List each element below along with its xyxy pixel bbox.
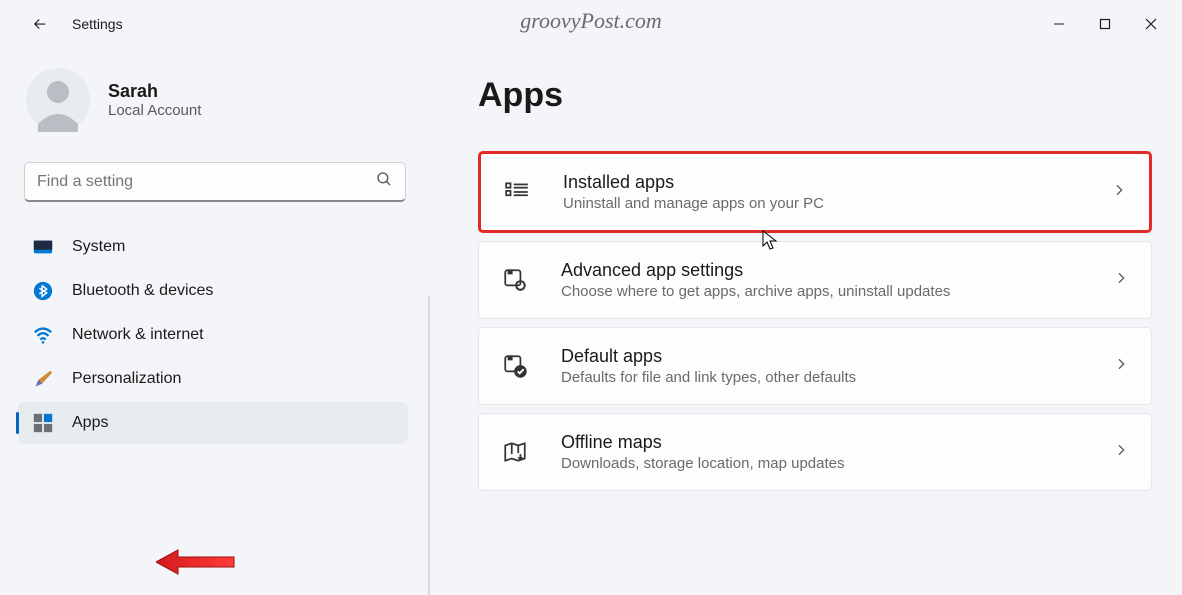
card-title: Offline maps bbox=[561, 432, 1113, 453]
map-download-icon bbox=[501, 438, 529, 466]
search-box[interactable] bbox=[24, 162, 406, 202]
sidebar-item-apps[interactable]: Apps bbox=[18, 402, 408, 444]
card-subtitle: Uninstall and manage apps on your PC bbox=[563, 195, 1111, 212]
card-installed-apps[interactable]: Installed apps Uninstall and manage apps… bbox=[478, 151, 1152, 233]
sidebar-item-bluetooth[interactable]: Bluetooth & devices bbox=[18, 270, 408, 312]
sidebar-item-label: Apps bbox=[72, 414, 108, 432]
account-block[interactable]: Sarah Local Account bbox=[18, 56, 412, 156]
maximize-button[interactable] bbox=[1082, 8, 1128, 40]
sidebar-item-personalization[interactable]: Personalization bbox=[18, 358, 408, 400]
sidebar: Sarah Local Account System Bluetooth bbox=[0, 48, 430, 595]
card-subtitle: Choose where to get apps, archive apps, … bbox=[561, 283, 1113, 300]
chevron-right-icon bbox=[1113, 442, 1129, 463]
close-button[interactable] bbox=[1128, 8, 1174, 40]
list-icon bbox=[503, 178, 531, 206]
chevron-right-icon bbox=[1113, 356, 1129, 377]
sidebar-item-label: System bbox=[72, 238, 125, 256]
card-title: Advanced app settings bbox=[561, 260, 1113, 281]
main-content: Apps Installed apps Uninstall and manage… bbox=[430, 48, 1182, 595]
wifi-icon bbox=[32, 324, 54, 346]
account-name: Sarah bbox=[108, 81, 201, 102]
sidebar-item-label: Bluetooth & devices bbox=[72, 282, 213, 300]
account-text: Sarah Local Account bbox=[108, 81, 201, 119]
minimize-button[interactable] bbox=[1036, 8, 1082, 40]
sidebar-item-network[interactable]: Network & internet bbox=[18, 314, 408, 356]
settings-cards: Installed apps Uninstall and manage apps… bbox=[478, 151, 1152, 491]
card-offline-maps[interactable]: Offline maps Downloads, storage location… bbox=[478, 413, 1152, 491]
nav-list: System Bluetooth & devices Network & int… bbox=[18, 226, 412, 444]
sidebar-item-label: Network & internet bbox=[72, 326, 204, 344]
window-controls bbox=[1036, 8, 1174, 40]
paintbrush-icon bbox=[32, 368, 54, 390]
card-title: Installed apps bbox=[563, 172, 1111, 193]
sidebar-item-system[interactable]: System bbox=[18, 226, 408, 268]
sidebar-item-label: Personalization bbox=[72, 370, 181, 388]
app-gear-icon bbox=[501, 266, 529, 294]
chevron-right-icon bbox=[1111, 182, 1127, 203]
window-title: Settings bbox=[72, 16, 123, 32]
titlebar: Settings bbox=[0, 0, 1182, 48]
card-title: Default apps bbox=[561, 346, 1113, 367]
card-advanced-app-settings[interactable]: Advanced app settings Choose where to ge… bbox=[478, 241, 1152, 319]
account-subtitle: Local Account bbox=[108, 102, 201, 119]
card-default-apps[interactable]: Default apps Defaults for file and link … bbox=[478, 327, 1152, 405]
search-icon bbox=[375, 170, 393, 193]
back-button[interactable] bbox=[20, 4, 60, 44]
chevron-right-icon bbox=[1113, 270, 1129, 291]
apps-icon bbox=[32, 412, 54, 434]
page-title: Apps bbox=[478, 76, 1152, 115]
card-subtitle: Defaults for file and link types, other … bbox=[561, 369, 1113, 386]
bluetooth-icon bbox=[32, 280, 54, 302]
search-input[interactable] bbox=[37, 173, 375, 191]
system-icon bbox=[32, 236, 54, 258]
avatar bbox=[26, 68, 90, 132]
app-check-icon bbox=[501, 352, 529, 380]
card-subtitle: Downloads, storage location, map updates bbox=[561, 455, 1113, 472]
